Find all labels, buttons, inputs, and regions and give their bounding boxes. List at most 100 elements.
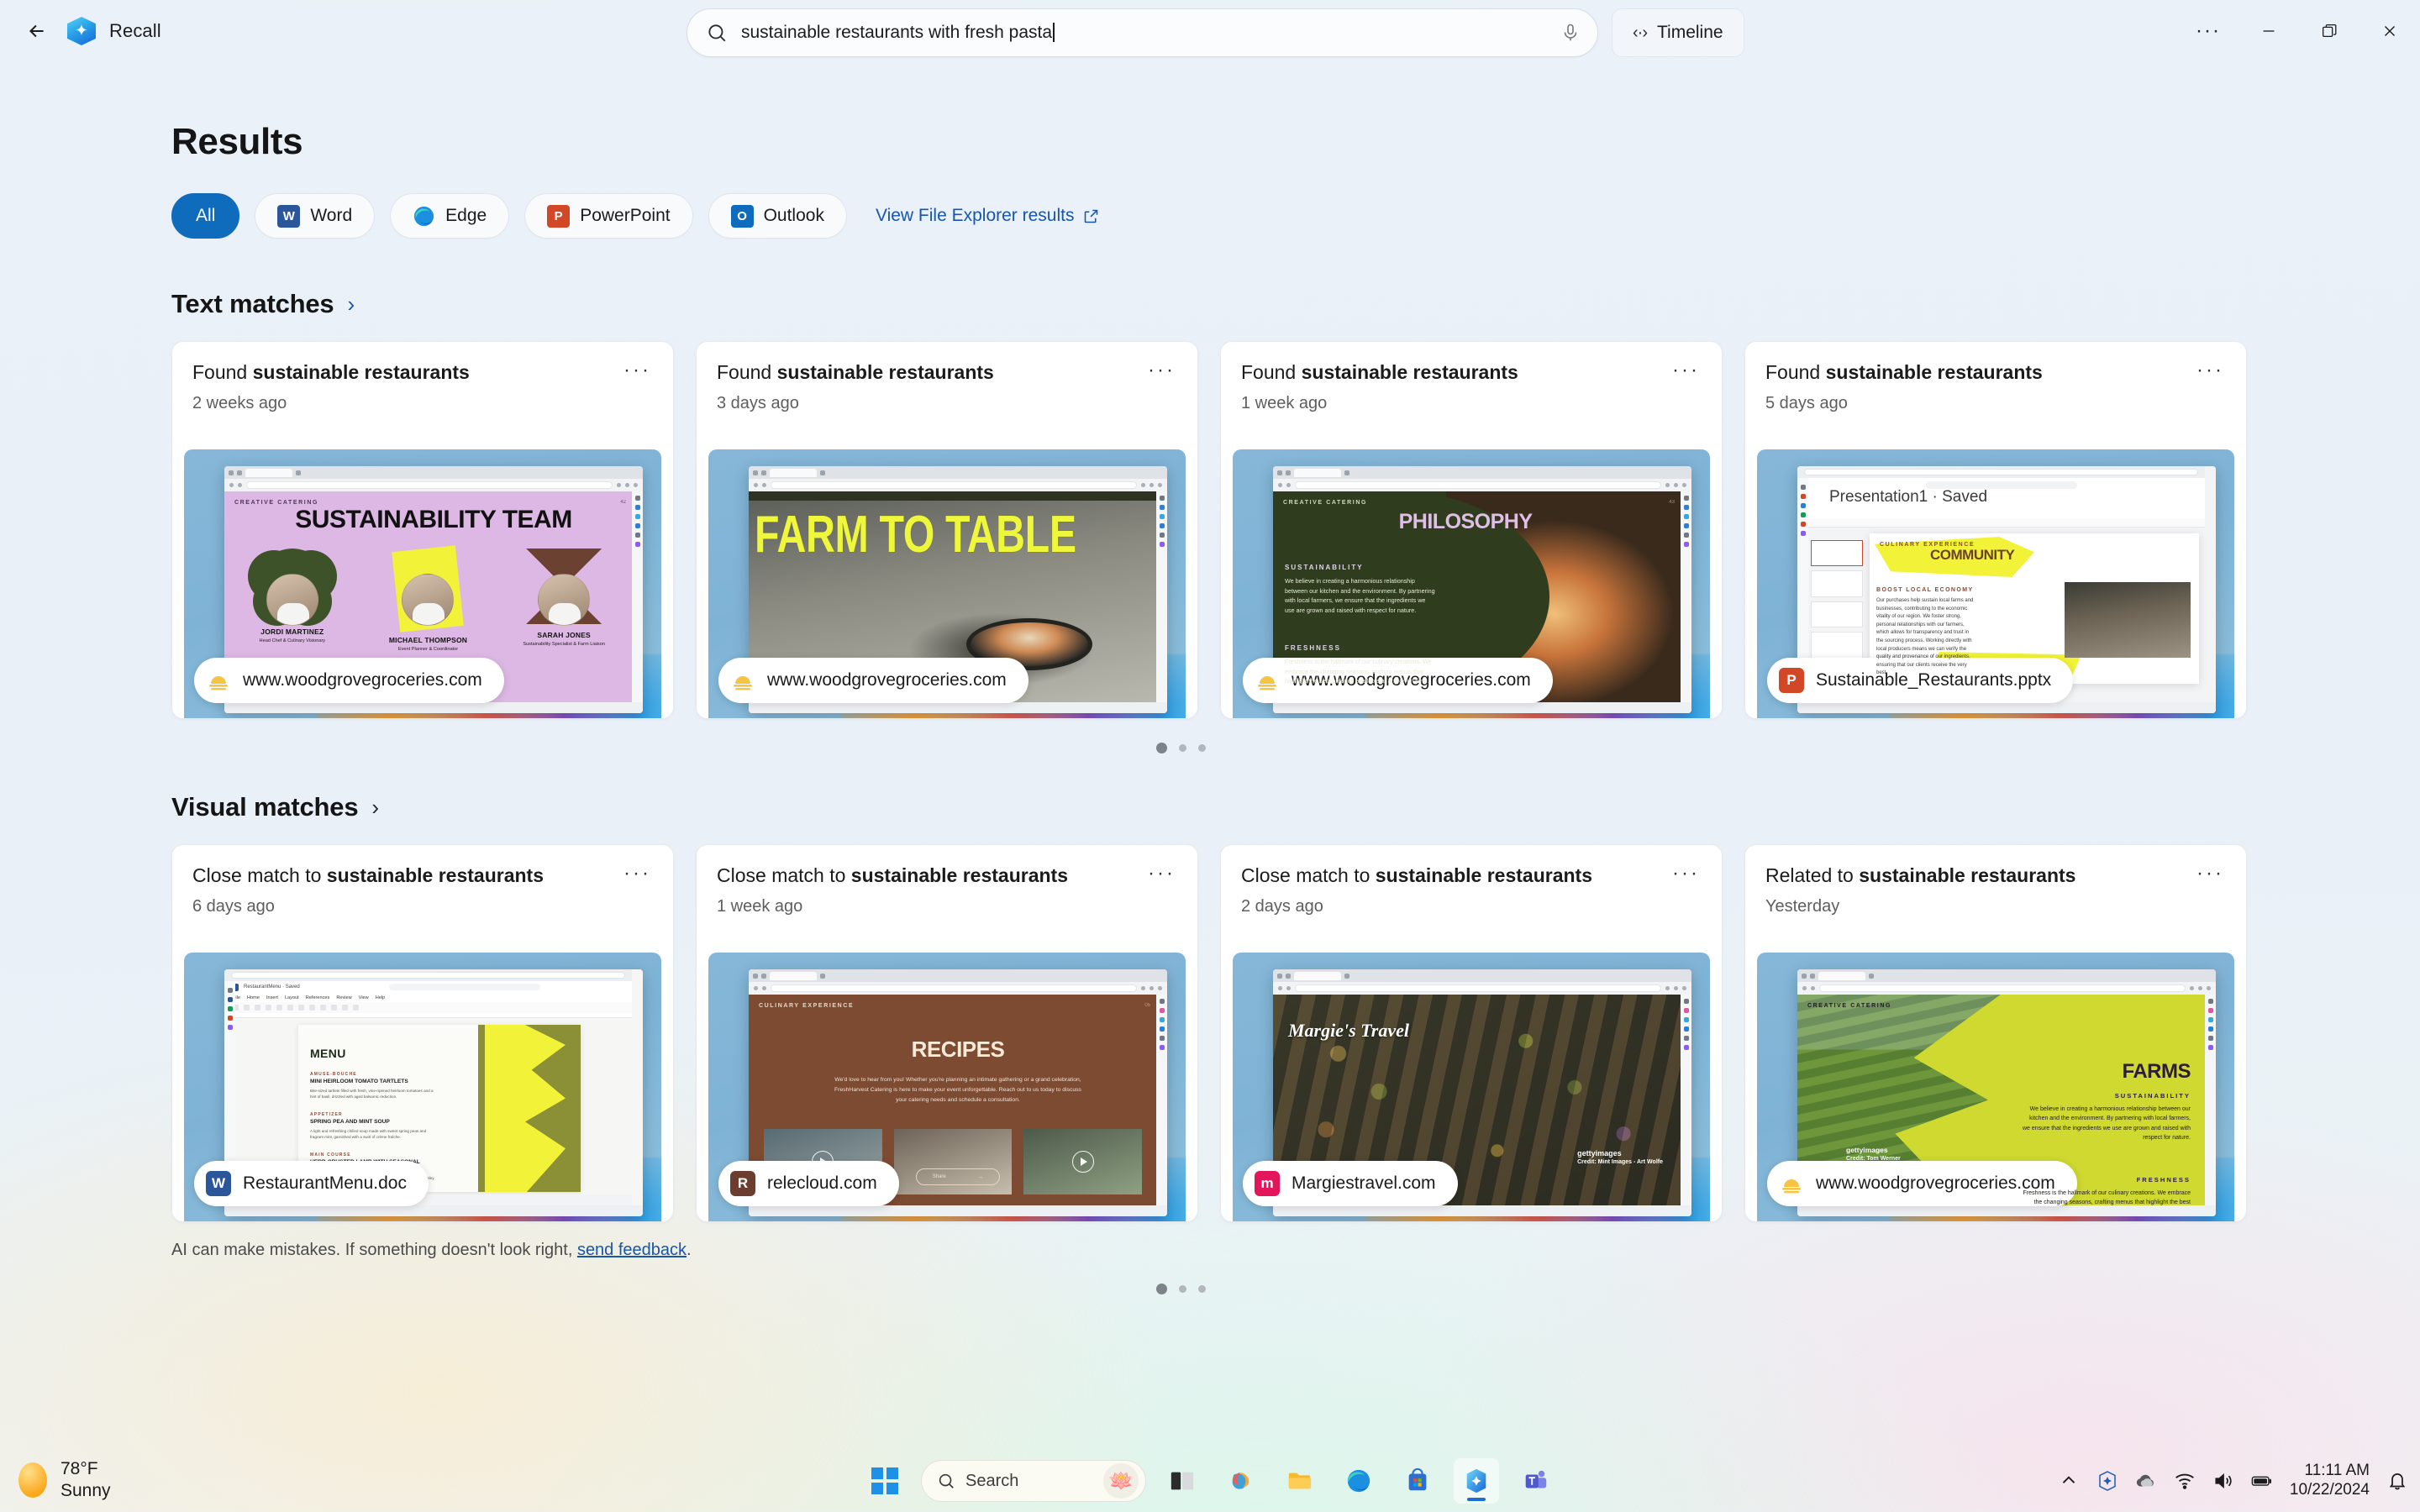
notifications-button[interactable]: [2386, 1470, 2408, 1492]
filter-chip-edge[interactable]: Edge: [390, 193, 510, 239]
timeline-button[interactable]: ‹·› Timeline: [1612, 8, 1744, 57]
filter-label-all: All: [196, 206, 216, 225]
tray-recall-icon-button[interactable]: [2096, 1470, 2118, 1492]
edge-icon: [413, 205, 435, 228]
card-more-button[interactable]: ···: [1670, 864, 1702, 884]
filter-chip-outlook[interactable]: O Outlook: [708, 193, 847, 239]
teams-button[interactable]: [1512, 1458, 1558, 1504]
result-card[interactable]: Close match to sustainable restaurants 1…: [696, 844, 1198, 1222]
task-view-button[interactable]: [1160, 1458, 1205, 1504]
speaker-icon: [2215, 1473, 2232, 1488]
ai-disclaimer: AI can make mistakes. If something doesn…: [171, 1241, 2420, 1260]
filter-label-outlook: Outlook: [763, 206, 824, 225]
card-more-button[interactable]: ···: [1146, 360, 1177, 381]
slide-block-head: SUSTAINABILITY: [1285, 564, 1364, 571]
slide-block-body: Freshness is the hallmark of our culinar…: [1285, 658, 1432, 685]
view-file-explorer-results-link[interactable]: View File Explorer results: [876, 206, 1101, 226]
card-more-button[interactable]: ···: [2195, 864, 2226, 884]
text-matches-row: Found sustainable restaurants 2 weeks ag…: [171, 341, 2420, 719]
filter-label-edge: Edge: [445, 206, 487, 225]
recall-button[interactable]: [1454, 1458, 1499, 1504]
dot[interactable]: [1178, 744, 1186, 752]
slide-block-head: SUSTAINABILITY: [2114, 1092, 2191, 1100]
result-card[interactable]: Related to sustainable restaurants Yeste…: [1744, 844, 2247, 1222]
close-button[interactable]: [2360, 0, 2420, 62]
relecloud-icon: R: [730, 1171, 755, 1196]
cloud-icon: [2136, 1474, 2154, 1487]
carousel-dots-text[interactable]: [0, 743, 2420, 753]
result-card[interactable]: Found sustainable restaurants 2 weeks ag…: [171, 341, 674, 719]
result-card[interactable]: Found sustainable restaurants 1 week ago…: [1220, 341, 1723, 719]
slide-eyebrow: CREATIVE CATERING: [1283, 500, 1368, 506]
filter-chip-word[interactable]: W Word: [255, 193, 376, 239]
send-feedback-link[interactable]: send feedback: [577, 1241, 687, 1259]
filter-chip-all[interactable]: All: [171, 193, 240, 239]
result-card[interactable]: Found sustainable restaurants 5 days ago…: [1744, 341, 2247, 719]
back-button[interactable]: [13, 8, 60, 55]
dot-active[interactable]: [1155, 743, 1167, 753]
slide-eyebrow: CULINARY EXPERIENCE: [759, 1003, 855, 1009]
window-more-button[interactable]: ···: [2178, 0, 2238, 62]
share-button[interactable]: Share →: [916, 1168, 1000, 1185]
source-badge[interactable]: www.woodgrovegroceries.com: [718, 658, 1028, 703]
search-icon: [708, 24, 726, 42]
minimize-icon: [2263, 30, 2275, 32]
result-card[interactable]: Found sustainable restaurants 3 days ago…: [696, 341, 1198, 719]
source-badge[interactable]: W RestaurantMenu.doc: [194, 1161, 429, 1206]
card-prefix: Found: [192, 361, 253, 383]
start-button[interactable]: [862, 1458, 908, 1504]
card-more-button[interactable]: ···: [622, 360, 653, 381]
section-header-text-matches[interactable]: Text matches ›: [171, 289, 2420, 319]
woodgrove-icon: [1255, 668, 1280, 693]
carousel-dots-visual[interactable]: [0, 1284, 2420, 1294]
woodgrove-icon: [1779, 1171, 1804, 1196]
volume-button[interactable]: [2212, 1470, 2234, 1492]
card-more-button[interactable]: ···: [2195, 360, 2226, 381]
card-more-button[interactable]: ···: [1146, 864, 1177, 884]
photo-credit: Credit: Mint Images - Art Wolfe: [1577, 1159, 1663, 1165]
source-badge[interactable]: www.woodgrovegroceries.com: [194, 658, 504, 703]
section-header-visual-matches[interactable]: Visual matches ›: [171, 792, 2420, 822]
card-prefix: Found: [1241, 361, 1302, 383]
edge-button[interactable]: [1336, 1458, 1381, 1504]
result-card[interactable]: Close match to sustainable restaurants 2…: [1220, 844, 1723, 1222]
card-timestamp: Yesterday: [1765, 896, 1840, 916]
dot[interactable]: [1178, 1285, 1186, 1293]
title-bar: ✦ Recall sustainable restaurants with fr…: [0, 0, 2420, 62]
battery-button[interactable]: [2251, 1470, 2273, 1492]
dot[interactable]: [1197, 1285, 1206, 1293]
tray-time: 11:11 AM: [2304, 1462, 2370, 1480]
site-brand-name: Margie's Travel: [1288, 1020, 1409, 1041]
maximize-button[interactable]: [2299, 0, 2360, 62]
wifi-button[interactable]: [2174, 1470, 2196, 1492]
copilot-button[interactable]: [1218, 1458, 1264, 1504]
menu-item-category: MAIN COURSE: [310, 1152, 351, 1158]
minimize-button[interactable]: [2238, 0, 2299, 62]
card-more-button[interactable]: ···: [1670, 360, 1702, 381]
word-menu-item: Home: [247, 995, 260, 1000]
dot-active[interactable]: [1155, 1284, 1167, 1294]
dot[interactable]: [1197, 744, 1206, 752]
onedrive-button[interactable]: [2135, 1470, 2157, 1492]
source-badge[interactable]: m Margiestravel.com: [1243, 1161, 1458, 1206]
taskview-icon: [1171, 1472, 1194, 1490]
weather-condition: Sunny: [60, 1481, 111, 1501]
search-value: sustainable restaurants with fresh pasta: [741, 23, 1053, 42]
clock[interactable]: 11:11 AM 10/22/2024: [2290, 1462, 2370, 1500]
filter-chip-powerpoint[interactable]: P PowerPoint: [524, 193, 693, 239]
microphone-icon[interactable]: [1560, 22, 1581, 44]
slide-block-body: We believe in creating a harmonious rela…: [1285, 577, 1435, 614]
bell-icon: [2389, 1473, 2406, 1490]
file-explorer-label: View File Explorer results: [875, 206, 1075, 225]
source-badge[interactable]: R relecloud.com: [718, 1161, 899, 1206]
show-hidden-icons-button[interactable]: [2058, 1470, 2080, 1492]
card-more-button[interactable]: ···: [622, 864, 653, 884]
taskbar-search-box[interactable]: Search 🪷: [921, 1460, 1146, 1502]
file-explorer-button[interactable]: [1277, 1458, 1323, 1504]
result-card[interactable]: Close match to sustainable restaurants 6…: [171, 844, 674, 1222]
search-input[interactable]: sustainable restaurants with fresh pasta: [687, 8, 1598, 57]
slide-block-head: FRESHNESS: [1285, 644, 1341, 652]
weather-widget[interactable]: 78°F Sunny: [18, 1458, 111, 1503]
microsoft-store-button[interactable]: [1395, 1458, 1440, 1504]
person-name: MICHAEL THOMPSON: [388, 636, 468, 644]
